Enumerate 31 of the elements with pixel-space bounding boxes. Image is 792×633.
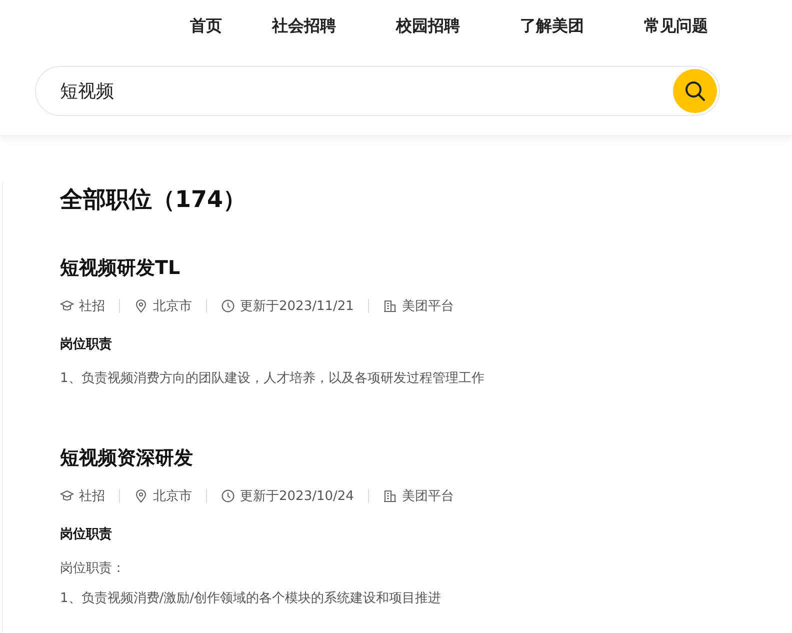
job-meta: 社招 bbox=[79, 298, 105, 315]
nav-link[interactable]: 社会招聘 bbox=[272, 16, 336, 42]
description-line: 1、负责视频消费/激励/创作领域的各个模块的系统建设和项目推进 bbox=[60, 590, 442, 607]
clock-icon bbox=[221, 299, 235, 313]
graduation-cap-icon bbox=[60, 489, 74, 503]
job-meta: 更新于2023/11/21 bbox=[240, 298, 354, 315]
job-meta: 更新于2023/10/24 bbox=[240, 488, 354, 505]
nav-link[interactable]: 常见问题 bbox=[644, 16, 708, 42]
results-heading: 全部职位（174） bbox=[60, 186, 248, 215]
job-meta: 社招 bbox=[79, 488, 105, 505]
graduation-cap-icon bbox=[60, 299, 74, 313]
job-title[interactable]: 短视频资深研发 bbox=[60, 445, 792, 471]
description-line: 1、负责视频消费方向的团队建设，人才培养，以及各项研发过程管理工作 bbox=[60, 370, 486, 387]
job-meta: 北京市 bbox=[153, 488, 192, 505]
location-pin-icon bbox=[134, 489, 148, 503]
building-icon bbox=[382, 489, 397, 503]
job-meta: 美团平台 bbox=[402, 298, 454, 315]
location-pin-icon bbox=[134, 299, 148, 313]
job-meta: 美团平台 bbox=[402, 488, 454, 505]
section-heading: 岗位职责 bbox=[60, 526, 113, 543]
description-line: 岗位职责： bbox=[60, 560, 126, 577]
nav-link[interactable]: 了解美团 bbox=[520, 16, 584, 42]
building-icon bbox=[382, 299, 397, 313]
job-title[interactable]: 短视频研发TL bbox=[60, 255, 792, 281]
nav-link[interactable]: 首页 bbox=[190, 16, 222, 42]
section-heading: 岗位职责 bbox=[60, 336, 113, 353]
job-meta: 北京市 bbox=[153, 298, 192, 315]
search-field[interactable]: 短视频 bbox=[35, 66, 720, 116]
clock-icon bbox=[221, 489, 235, 503]
search-icon bbox=[684, 80, 706, 102]
nav-link[interactable]: 校园招聘 bbox=[396, 16, 460, 42]
